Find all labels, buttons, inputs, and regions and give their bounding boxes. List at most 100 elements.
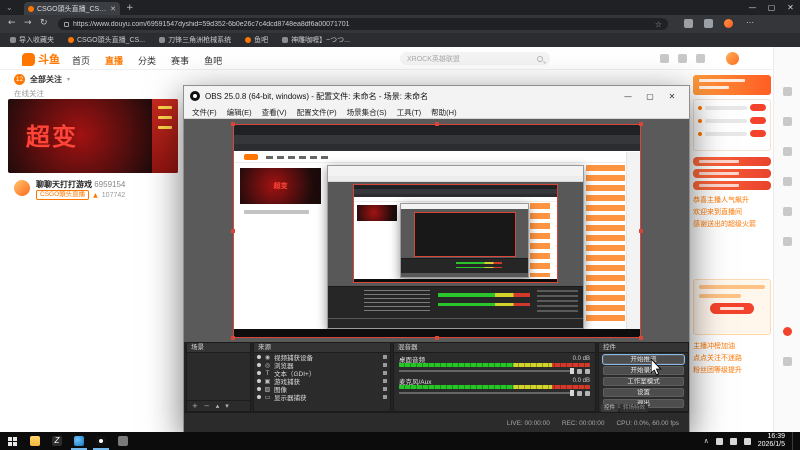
lock-icon[interactable] [383, 387, 387, 391]
refresh-icon[interactable]: ↻ [40, 18, 48, 28]
selection-handle[interactable] [231, 229, 235, 233]
recharge-row[interactable] [698, 104, 766, 111]
menu-view[interactable]: 查看(V) [262, 107, 287, 118]
studio-mode-button[interactable]: 工作室模式 [603, 377, 684, 386]
hidden-icons-chevron[interactable]: ∧ [704, 437, 709, 445]
obs-title-bar[interactable]: OBS 25.0.8 (64-bit, windows) - 配置文件: 未命名… [184, 86, 689, 106]
selection-handle[interactable] [639, 229, 643, 233]
user-avatar[interactable] [726, 52, 739, 65]
new-tab-button[interactable]: + [126, 3, 134, 13]
favorite-star-icon[interactable]: ☆ [655, 20, 662, 29]
rail-icon[interactable] [783, 117, 792, 126]
selection-handle[interactable] [231, 122, 235, 126]
bookmark-item[interactable]: 神雕咖喱】~つつ... [282, 35, 350, 45]
taskbar-clock[interactable]: 16:39 2026/1/5 [758, 433, 785, 448]
volume-slider[interactable] [399, 370, 574, 372]
show-desktop-button[interactable] [792, 432, 796, 450]
settings-button[interactable]: 设置 [603, 388, 684, 397]
tab-controls[interactable]: 控件 [601, 404, 618, 412]
rail-icon[interactable] [783, 147, 792, 156]
lock-icon[interactable] [383, 395, 387, 399]
start-recording-button[interactable]: 开始录制 [603, 366, 684, 375]
download-icon[interactable] [660, 54, 669, 63]
menu-edit[interactable]: 编辑(E) [227, 107, 252, 118]
selection-handle[interactable] [639, 336, 643, 340]
follow-section[interactable]: 12 全部关注 ▾ [14, 74, 70, 85]
menu-tools[interactable]: 工具(T) [397, 107, 422, 118]
speaker-icon[interactable] [577, 369, 582, 374]
message-icon[interactable] [696, 54, 705, 63]
maximize-icon[interactable]: ▢ [762, 0, 781, 15]
selection-handle[interactable] [639, 122, 643, 126]
ime-icon[interactable] [744, 438, 751, 445]
tab-search-icon[interactable]: ⌄ [6, 3, 13, 12]
controls-dock-title[interactable]: 控件 [599, 343, 688, 353]
volume-icon[interactable] [730, 438, 737, 445]
move-up-icon[interactable]: ▴ [216, 402, 220, 410]
obs-window[interactable]: OBS 25.0.8 (64-bit, windows) - 配置文件: 未命名… [183, 85, 690, 432]
task-icon[interactable] [678, 54, 687, 63]
recharge-button[interactable] [750, 117, 766, 124]
rail-icon[interactable] [783, 357, 792, 366]
maximize-icon[interactable]: ▢ [639, 92, 661, 101]
gift-chip[interactable] [693, 181, 771, 190]
menu-help[interactable]: 帮助(H) [431, 107, 456, 118]
taskbar-app-obs[interactable] [90, 432, 112, 450]
lock-icon[interactable] [383, 355, 387, 359]
taskbar-app-file-explorer[interactable] [24, 432, 46, 450]
taskbar-app-browser[interactable] [68, 432, 90, 450]
add-icon[interactable]: + [192, 402, 198, 410]
rail-icon[interactable] [783, 237, 792, 246]
source-row[interactable]: ▭显示器捕获 [254, 393, 390, 401]
stream-poster[interactable]: 超变 [8, 99, 178, 173]
tab-transitions[interactable]: 转场特效 [620, 404, 648, 412]
selection-handle[interactable] [435, 336, 439, 340]
address-bar[interactable]: https://www.douyu.com/69591547dyshid=59d… [58, 18, 668, 30]
recharge-button[interactable] [750, 130, 766, 137]
start-button[interactable] [0, 432, 24, 450]
rail-icon[interactable] [783, 207, 792, 216]
selection-handle[interactable] [435, 122, 439, 126]
category-tag[interactable]: CSGO頭头直播 [36, 190, 89, 200]
gift-chip-stack[interactable] [693, 157, 771, 193]
nav-home[interactable]: 首页 [72, 54, 90, 67]
slider-thumb[interactable] [570, 390, 574, 396]
recharge-row[interactable] [698, 130, 766, 137]
lock-icon[interactable] [383, 371, 387, 375]
network-icon[interactable] [716, 438, 723, 445]
eye-icon[interactable] [257, 355, 261, 359]
minimize-icon[interactable]: — [617, 92, 639, 101]
nav-yuba[interactable]: 鱼吧 [204, 54, 222, 67]
red-packet-icon[interactable] [783, 327, 792, 336]
mixer-dock-title[interactable]: 混音器 [394, 343, 595, 353]
eye-icon[interactable] [257, 379, 261, 383]
eye-icon[interactable] [257, 395, 261, 399]
slider-thumb[interactable] [570, 368, 574, 374]
eye-icon[interactable] [257, 363, 261, 367]
taskbar-app-z[interactable]: Z [46, 432, 68, 450]
bookmark-item[interactable]: 刀锋三角洲枪械系统 [159, 35, 231, 45]
minimize-icon[interactable]: — [743, 0, 762, 15]
bookmark-item[interactable]: CSGO頭头直播_CS... [68, 35, 145, 45]
gift-chip[interactable] [693, 169, 771, 178]
bookmark-item[interactable]: 导入收藏夹 [10, 35, 54, 45]
menu-scene-collection[interactable]: 场景集合(S) [347, 107, 387, 118]
nav-categories[interactable]: 分类 [138, 54, 156, 67]
back-icon[interactable]: ← [8, 18, 16, 28]
lock-icon[interactable] [383, 379, 387, 383]
rail-icon[interactable] [783, 177, 792, 186]
start-streaming-button[interactable]: 开始推流 [603, 355, 684, 364]
close-icon[interactable]: ✕ [781, 0, 800, 15]
close-icon[interactable]: ✕ [661, 92, 683, 101]
taskbar-app-other[interactable] [112, 432, 134, 450]
remove-icon[interactable]: − [204, 402, 210, 410]
collections-icon[interactable] [704, 19, 713, 28]
gift-chip[interactable] [693, 157, 771, 166]
join-button[interactable] [710, 303, 754, 314]
promo-banner[interactable] [693, 75, 771, 95]
search-input[interactable]: XROCK英雄联盟 [400, 52, 550, 65]
lock-icon[interactable] [383, 363, 387, 367]
eye-icon[interactable] [257, 387, 261, 391]
forward-icon[interactable]: → [24, 18, 32, 28]
menu-profile[interactable]: 配置文件(P) [297, 107, 337, 118]
